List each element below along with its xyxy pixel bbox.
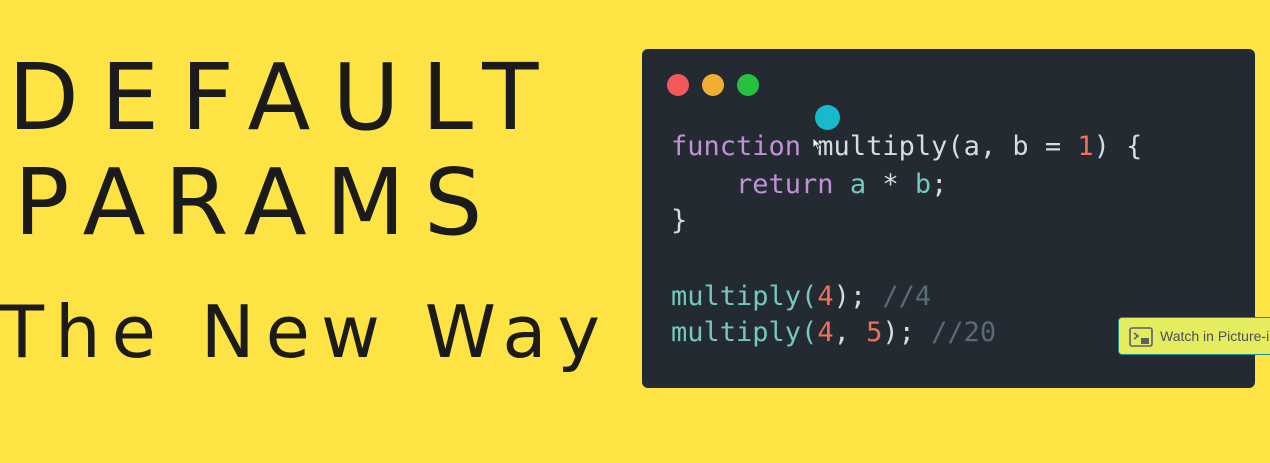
maximize-dot bbox=[737, 74, 759, 96]
minimize-dot bbox=[702, 74, 724, 96]
picture-in-picture-button[interactable]: Watch in Picture-in-Picture bbox=[1118, 317, 1270, 355]
code-token: ); bbox=[882, 317, 932, 348]
code-token: multiply( bbox=[671, 281, 818, 312]
title-line-params: PARAMS bbox=[14, 149, 502, 256]
code-line-5: multiply(4, 5); //20 bbox=[671, 317, 996, 348]
code-token: ; bbox=[931, 169, 948, 200]
code-line-2: return a * b; bbox=[671, 169, 947, 200]
code-token: return bbox=[671, 169, 850, 200]
code-token: } bbox=[671, 205, 688, 236]
code-token: ); bbox=[833, 281, 883, 312]
cursor-highlight-icon bbox=[815, 105, 840, 130]
code-token: 4 bbox=[817, 281, 834, 312]
code-token: a bbox=[849, 169, 867, 200]
code-token: b bbox=[914, 169, 932, 200]
code-token: , bbox=[833, 317, 867, 348]
code-line-4: multiply(4); //4 bbox=[671, 281, 931, 312]
title-line-default: DEFAULT bbox=[8, 44, 561, 151]
code-token: 5 bbox=[866, 317, 883, 348]
mouse-pointer-icon bbox=[812, 137, 822, 151]
close-dot bbox=[667, 74, 689, 96]
subtitle: The New Way bbox=[0, 290, 612, 374]
code-token: multiply( bbox=[671, 317, 818, 348]
code-block: function multiply(a, b = 1) { return a *… bbox=[671, 131, 1142, 348]
code-token: //20 bbox=[931, 317, 997, 348]
code-token: function bbox=[671, 131, 802, 162]
picture-in-picture-label: Watch in Picture-in-Picture bbox=[1160, 328, 1270, 344]
code-token: multiply(a, b = bbox=[801, 131, 1078, 162]
code-token: //4 bbox=[882, 281, 932, 312]
code-token: ) { bbox=[1093, 131, 1143, 162]
code-line-3: } bbox=[671, 205, 687, 236]
picture-in-picture-icon bbox=[1129, 327, 1153, 347]
code-token: 4 bbox=[817, 317, 834, 348]
code-token: 1 bbox=[1077, 131, 1094, 162]
code-line-1: function multiply(a, b = 1) { bbox=[671, 131, 1142, 162]
code-token: * bbox=[866, 169, 915, 200]
